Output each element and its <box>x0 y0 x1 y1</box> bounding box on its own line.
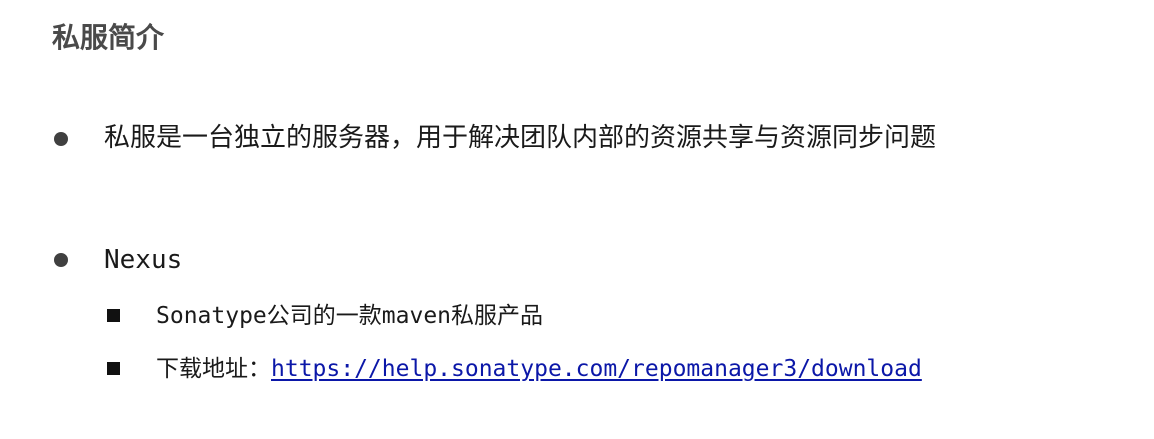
sub-bullet-download: 下载地址：https://help.sonatype.com/repomanag… <box>156 351 922 387</box>
bullet-text-nexus: Nexus <box>104 245 183 275</box>
sub-bullet-text-sonatype: Sonatype公司的一款maven私服产品 <box>156 303 544 329</box>
sub-bullet-square <box>107 309 120 322</box>
page-title: 私服简介 <box>52 21 165 54</box>
download-label: 下载地址： <box>156 356 271 382</box>
bullet-text-private-server: 私服是一台独立的服务器，用于解决团队内部的资源共享与资源同步问题 <box>104 123 937 153</box>
download-link[interactable]: https://help.sonatype.com/repomanager3/d… <box>271 356 922 382</box>
bullet-dot <box>54 253 68 267</box>
sub-bullet-square <box>107 362 120 375</box>
bullet-dot <box>54 132 68 146</box>
